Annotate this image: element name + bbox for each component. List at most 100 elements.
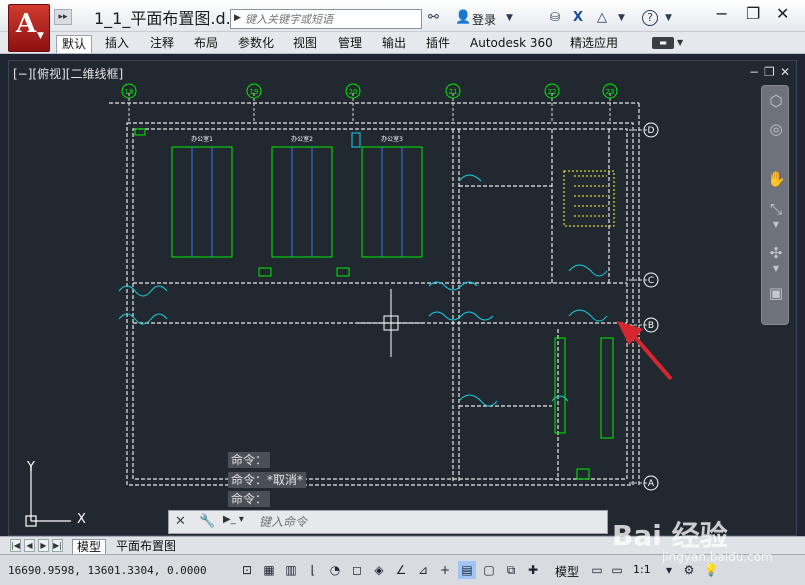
first-layout-icon[interactable]: |◀ [10,539,21,552]
quick-view-layouts-icon[interactable]: ▭ [588,561,606,579]
annotation-visibility-icon[interactable]: ▾ [660,561,678,579]
model-space-button[interactable]: 模型 [555,563,579,580]
ucs-axis-labels: Y X [26,460,86,527]
user-icon[interactable]: 👤 [455,10,471,25]
grid-bubble-labels-top: 18 19 20 21 22 23 [125,88,615,96]
transparency-icon[interactable]: ▢ [480,561,498,579]
quick-view-drawings-icon[interactable]: ▭ [608,561,626,579]
tab-featured-apps[interactable]: 精选应用 [565,35,623,53]
polar-tracking-icon[interactable]: ◔ [326,561,344,579]
tab-default[interactable]: 默认 [56,35,93,53]
tab-plugins[interactable]: 插件 [421,35,455,53]
pan-hand-icon[interactable]: ✋ [767,170,786,188]
layout-tabs-bar: |◀ ◀ ▶ ▶| 模型 平面布置图 [0,536,805,554]
svg-text:X: X [77,512,86,527]
search-expand-icon[interactable]: ▶ [234,13,241,23]
svg-text:18: 18 [125,88,134,96]
object-snap-icon[interactable]: ◻ [348,561,366,579]
command-history-line: 命令： [228,491,271,507]
stair-block [563,170,615,227]
chevron-down-icon[interactable]: ▼ [677,38,683,47]
ribbon-tabs: 默认 插入 注释 布局 参数化 视图 管理 输出 插件 Autodesk 360… [0,32,805,54]
selection-cycling-icon[interactable]: ✚ [524,561,542,579]
previous-layout-icon[interactable]: ◀ [24,539,35,552]
annotation-scale[interactable]: 1:1 [633,563,651,576]
chevron-down-icon[interactable]: ▼ [618,13,625,23]
steering-wheel-icon[interactable]: ◎ [767,120,785,138]
ducs-icon[interactable]: ⊿ [414,561,432,579]
tab-manage[interactable]: 管理 [333,35,367,53]
close-button[interactable]: ✕ [776,4,789,23]
chevron-down-icon[interactable]: ▼ [767,220,785,238]
tab-annotate[interactable]: 注释 [145,35,179,53]
command-history-line: 命令：*取消* [228,472,307,488]
svg-text:20: 20 [349,88,358,96]
chevron-down-icon[interactable]: ▼ [506,13,513,23]
tab-parametric[interactable]: 参数化 [233,35,279,53]
next-layout-icon[interactable]: ▶ [38,539,49,552]
grid-bubbles-right [643,122,659,491]
otrack-icon[interactable]: ∠ [392,561,410,579]
viewcube-icon[interactable]: ⬡ [767,92,785,110]
quick-properties-icon[interactable]: ⧉ [502,561,520,579]
tab-layout-plan[interactable]: 平面布置图 [112,539,180,554]
tab-output[interactable]: 输出 [377,35,411,53]
chevron-down-icon[interactable]: ▼ [665,13,672,23]
zoom-extents-icon[interactable]: ⤡ [767,200,785,218]
lightbulb-icon[interactable]: 💡 [702,561,720,579]
wrench-icon[interactable]: 🔧 [199,514,215,529]
room-labels: 办公室1 办公室2 办公室3 [191,135,403,143]
last-layout-icon[interactable]: ▶| [52,539,63,552]
exchange-apps-icon[interactable]: ⛁ [550,10,560,24]
exchange-x-icon[interactable]: X [573,10,583,25]
showmotion-icon[interactable]: ▣ [767,284,785,302]
ortho-mode-icon[interactable]: ⌊ [304,561,322,579]
command-prompt-icon[interactable]: ▶_ ▾ [223,514,251,530]
help-button[interactable]: ? [642,10,658,26]
command-line: ✕ 🔧 ▶_ ▾ [168,510,608,534]
tab-view[interactable]: 视图 [288,35,322,53]
svg-text:办公室3: 办公室3 [381,135,403,143]
workspace-switch-icon[interactable]: ⚙ [680,561,698,579]
document-title: 1_1_平面布置图.d... [94,9,241,28]
application-menu-button[interactable]: A ▼ [8,4,50,52]
autocad-logo-icon: A [16,9,37,39]
close-icon[interactable]: ✕ [175,514,186,529]
svg-text:22: 22 [548,88,557,96]
3d-osnap-icon[interactable]: ◈ [370,561,388,579]
svg-text:23: 23 [606,88,615,96]
svg-text:A: A [648,479,655,489]
svg-text:19: 19 [250,88,259,96]
coordinates-readout[interactable]: 16690.9598, 13601.3304, 0.0000 [8,564,207,577]
autodesk-a360-icon[interactable]: △ [597,10,607,25]
chevron-down-icon[interactable]: ▼ [767,264,785,282]
grid-lines [128,93,649,484]
search-input[interactable] [245,11,420,27]
dynamic-input-icon[interactable]: + [436,561,454,579]
snap-mode-icon[interactable]: ▦ [260,561,278,579]
infer-constraints-icon[interactable]: ⊡ [238,561,256,579]
grid-bubble-labels-right: D C B A [648,126,655,489]
chevron-down-icon: ▼ [37,31,44,41]
minimize-button[interactable]: − [715,4,728,23]
quick-access-expand-button[interactable]: ▸▸ [54,9,72,25]
orbit-icon[interactable]: ✣ [767,244,785,262]
title-bar: A ▼ ▸▸ 1_1_平面布置图.d... ▶ ⚯ 👤 登录 ▼ ⛁ X △ ▼… [0,0,805,52]
grid-display-icon[interactable]: ▥ [282,561,300,579]
restore-button[interactable]: ❐ [746,4,760,23]
svg-text:C: C [648,276,654,286]
binoculars-icon[interactable]: ⚯ [428,10,439,25]
tab-insert[interactable]: 插入 [100,35,134,53]
command-input[interactable] [259,514,599,530]
login-button[interactable]: 登录 [472,11,496,28]
tab-layout[interactable]: 布局 [189,35,223,53]
navigation-bar: ⬡ ◎ ✋ ⤡ ▼ ✣ ▼ ▣ [761,85,789,325]
tab-autodesk-360[interactable]: Autodesk 360 [465,35,558,53]
drawing-viewport[interactable]: [−][俯视][二维线框] − ❐ ✕ 18 19 20 21 22 23 D … [8,60,797,536]
ribbon-toggle-button[interactable]: ▬ [652,37,674,49]
lineweight-icon[interactable]: ▤ [458,561,476,579]
furniture-blocks [134,128,614,480]
svg-text:21: 21 [449,88,458,96]
search-box[interactable]: ▶ [230,9,422,29]
tab-model[interactable]: 模型 [72,539,107,554]
